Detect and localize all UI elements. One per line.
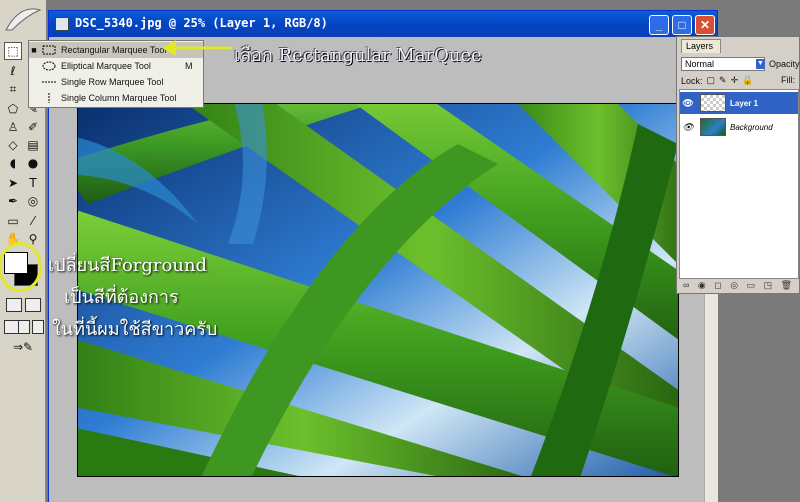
marquee-tool-icon[interactable]: ⬚ (4, 42, 22, 60)
toolbox-header (0, 0, 46, 40)
workspace-background (718, 294, 800, 502)
fill-label: Fill: (781, 75, 795, 85)
blend-mode-value: Normal (685, 59, 715, 69)
annotation-line-1: เปลี่ยนสีForground (48, 255, 208, 276)
lock-transparency-icon[interactable]: ▢ (707, 75, 716, 86)
type-tool-icon[interactable]: T (24, 174, 42, 192)
stamp-tool-icon[interactable]: ♙ (4, 118, 22, 136)
layer-row-layer-1[interactable]: 👁 Layer 1 (680, 92, 798, 114)
lock-move-icon[interactable]: ✛ (731, 75, 739, 86)
annotation-arrow-icon (162, 40, 232, 56)
close-button[interactable]: ✕ (695, 15, 715, 35)
layer-thumbnail (700, 118, 726, 136)
crop-tool-icon[interactable]: ⌗ (4, 80, 22, 98)
minimize-button[interactable]: _ (649, 15, 669, 35)
lock-all-icon[interactable]: 🔒 (742, 75, 753, 86)
layer-thumbnail (700, 94, 726, 112)
eyedropper-icon[interactable]: ⁄ (24, 212, 42, 230)
elliptical-marquee-icon (42, 61, 56, 71)
flyout-item-single-column[interactable]: Single Column Marquee Tool (29, 90, 203, 106)
pen-tool-icon[interactable]: ✒ (4, 192, 22, 210)
flyout-item-label: Elliptical Marquee Tool (61, 61, 151, 71)
standard-mode-button[interactable] (6, 298, 22, 312)
single-row-marquee-icon (42, 81, 56, 83)
rectangular-marquee-icon (42, 45, 56, 55)
eraser-tool-icon[interactable]: ◇ (4, 136, 22, 154)
annotation-line-3: ในที่นี้ผมใช้สีขาวครับ (52, 319, 218, 340)
flyout-item-single-row[interactable]: Single Row Marquee Tool (29, 74, 203, 90)
selected-bullet-icon: ■ (31, 45, 37, 55)
chevron-down-icon: ▼ (756, 59, 765, 69)
shape-tool-icon[interactable]: ◎ (24, 192, 42, 210)
annotation-select-tool: เลือก Rectangular MarQuee (234, 45, 482, 66)
layer-row-background[interactable]: 👁 Background (680, 116, 798, 138)
eye-icon[interactable]: 👁 (680, 98, 696, 109)
lock-brush-icon[interactable]: ✎ (719, 75, 727, 86)
flyout-item-label: Single Row Marquee Tool (61, 77, 164, 87)
screen-mode-full-button[interactable] (32, 320, 44, 334)
path-select-icon[interactable]: ➤ (4, 174, 22, 192)
single-column-marquee-icon (48, 93, 50, 103)
heal-tool-icon[interactable]: ⬠ (4, 100, 22, 118)
document-titlebar[interactable]: DSC_5340.jpg @ 25% (Layer 1, RGB/8) _ □ … (49, 11, 717, 37)
feather-icon (5, 8, 42, 31)
notes-tool-icon[interactable]: ▭ (4, 212, 22, 230)
layer-list: 👁 Layer 1 👁 Background (679, 89, 799, 279)
quickmask-mode-button[interactable] (25, 298, 41, 312)
annotation-circle (0, 242, 42, 292)
history-brush-icon[interactable]: ✐ (24, 118, 42, 136)
tab-layers[interactable]: Layers (681, 39, 721, 53)
blur-tool-icon[interactable]: ◖ (4, 154, 22, 172)
layers-palette: Layers Normal ▼ Opacity: Lock: ▢ ✎ ✛ 🔒 F… (676, 36, 800, 294)
layers-footer-icons[interactable]: ∞ ◉ ◻ ◎ ▭ ◳ 🗑 (679, 280, 799, 293)
layer-name: Layer 1 (730, 98, 759, 108)
gradient-tool-icon[interactable]: ▤ (24, 136, 42, 154)
flyout-item-shortcut: M (185, 61, 193, 71)
dodge-tool-icon[interactable]: ● (24, 154, 42, 172)
flyout-item-elliptical[interactable]: Elliptical Marquee Tool M (29, 58, 203, 74)
eye-icon[interactable]: 👁 (680, 122, 696, 133)
screen-mode-full-menu-button[interactable] (18, 320, 30, 334)
opacity-label: Opacity: (769, 59, 800, 69)
flyout-item-label: Single Column Marquee Tool (61, 93, 177, 103)
maximize-button[interactable]: □ (672, 15, 692, 35)
lasso-tool-icon[interactable]: ℓ (4, 62, 22, 80)
document-icon (55, 17, 69, 31)
lock-label: Lock: (681, 75, 703, 86)
annotation-line-2: เป็นสีที่ต้องการ (64, 287, 179, 308)
jump-to-imageready-icon[interactable]: ⇒✎ (6, 338, 40, 356)
layer-name: Background (730, 122, 773, 132)
blend-mode-select[interactable]: Normal ▼ (681, 57, 765, 71)
document-title: DSC_5340.jpg @ 25% (Layer 1, RGB/8) (75, 16, 328, 30)
lock-row: Lock: ▢ ✎ ✛ 🔒 (681, 75, 753, 86)
